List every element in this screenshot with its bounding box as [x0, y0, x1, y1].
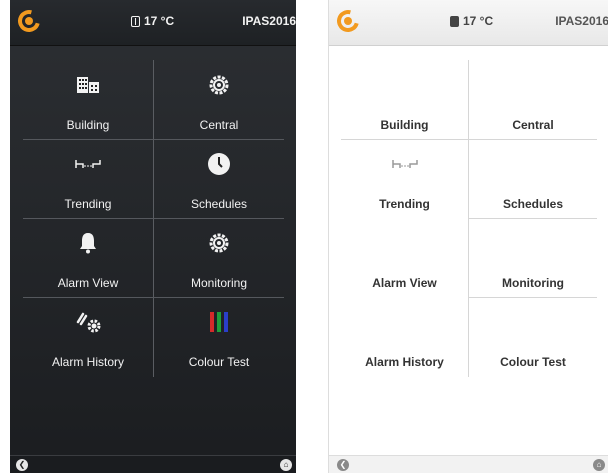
trending-icon [391, 151, 418, 177]
tile-label: Alarm View [372, 276, 437, 290]
bottom-bar: ❮ ⌂ [329, 455, 608, 473]
temperature-value: 17 °C [463, 14, 494, 28]
back-arrow-icon[interactable]: ❮ [337, 459, 349, 471]
bottom-bar: ❮ ⌂ [10, 455, 296, 473]
gear-icon [208, 72, 230, 98]
tile-label: Monitoring [190, 276, 248, 290]
light-theme-screen: 17 °C IPAS2016 Building Central Trending… [328, 0, 608, 473]
tile-label: Central [199, 118, 239, 132]
thermometer-icon [450, 15, 459, 27]
tile-label: Alarm History [51, 355, 124, 369]
link-gear-icon [74, 309, 102, 335]
tile-schedules[interactable]: Schedules [154, 139, 284, 217]
temperature-display: 17 °C [450, 14, 493, 28]
app-logo[interactable] [332, 5, 364, 37]
tile-alarm-view[interactable]: Alarm View [341, 218, 468, 296]
app-logo[interactable] [13, 5, 45, 37]
tile-label: Schedules [502, 197, 564, 211]
tile-label: Colour Test [188, 355, 250, 369]
clock-icon [207, 151, 231, 177]
tile-label: Alarm View [57, 276, 119, 290]
bell-icon [79, 230, 97, 256]
site-name: IPAS2016 [242, 14, 296, 28]
tile-label: Trending [64, 197, 112, 211]
site-name: IPAS2016 [555, 14, 608, 28]
tile-label: Schedules [190, 197, 248, 211]
thermometer-icon [131, 15, 140, 27]
tile-monitoring[interactable]: Monitoring [154, 218, 284, 296]
tile-label: Central [512, 118, 554, 132]
tile-label: Colour Test [500, 355, 566, 369]
tile-colour-test[interactable]: Colour Test [154, 297, 284, 375]
back-arrow-icon[interactable]: ❮ [16, 459, 28, 471]
colour-bars-icon [210, 309, 228, 335]
tile-label: Building [380, 118, 429, 132]
tile-schedules[interactable]: Schedules [469, 139, 597, 217]
tile-label: Building [66, 118, 110, 132]
tile-building[interactable]: Building [341, 60, 468, 138]
gear-icon [208, 230, 230, 256]
tile-central[interactable]: Central [154, 60, 284, 138]
home-icon[interactable]: ⌂ [280, 459, 292, 471]
dark-theme-screen: 17 °C IPAS2016 Building Central Trending… [10, 0, 296, 473]
tile-label: Monitoring [502, 276, 564, 290]
tile-colour-test[interactable]: Colour Test [469, 297, 597, 375]
tile-building[interactable]: Building [23, 60, 153, 138]
top-bar: 17 °C IPAS2016 [10, 0, 296, 46]
temperature-display: 17 °C [131, 14, 174, 28]
tile-alarm-view[interactable]: Alarm View [23, 218, 153, 296]
home-icon[interactable]: ⌂ [593, 459, 605, 471]
tile-monitoring[interactable]: Monitoring [469, 218, 597, 296]
tile-central[interactable]: Central [469, 60, 597, 138]
tile-trending[interactable]: Trending [341, 139, 468, 217]
trending-icon [75, 151, 101, 177]
tile-label: Alarm History [365, 355, 444, 369]
temperature-value: 17 °C [144, 14, 175, 28]
tile-alarm-history[interactable]: Alarm History [341, 297, 468, 375]
building-icon [77, 72, 99, 98]
tile-alarm-history[interactable]: Alarm History [23, 297, 153, 375]
tile-trending[interactable]: Trending [23, 139, 153, 217]
top-bar: 17 °C IPAS2016 [329, 0, 608, 46]
tile-label: Trending [379, 197, 430, 211]
